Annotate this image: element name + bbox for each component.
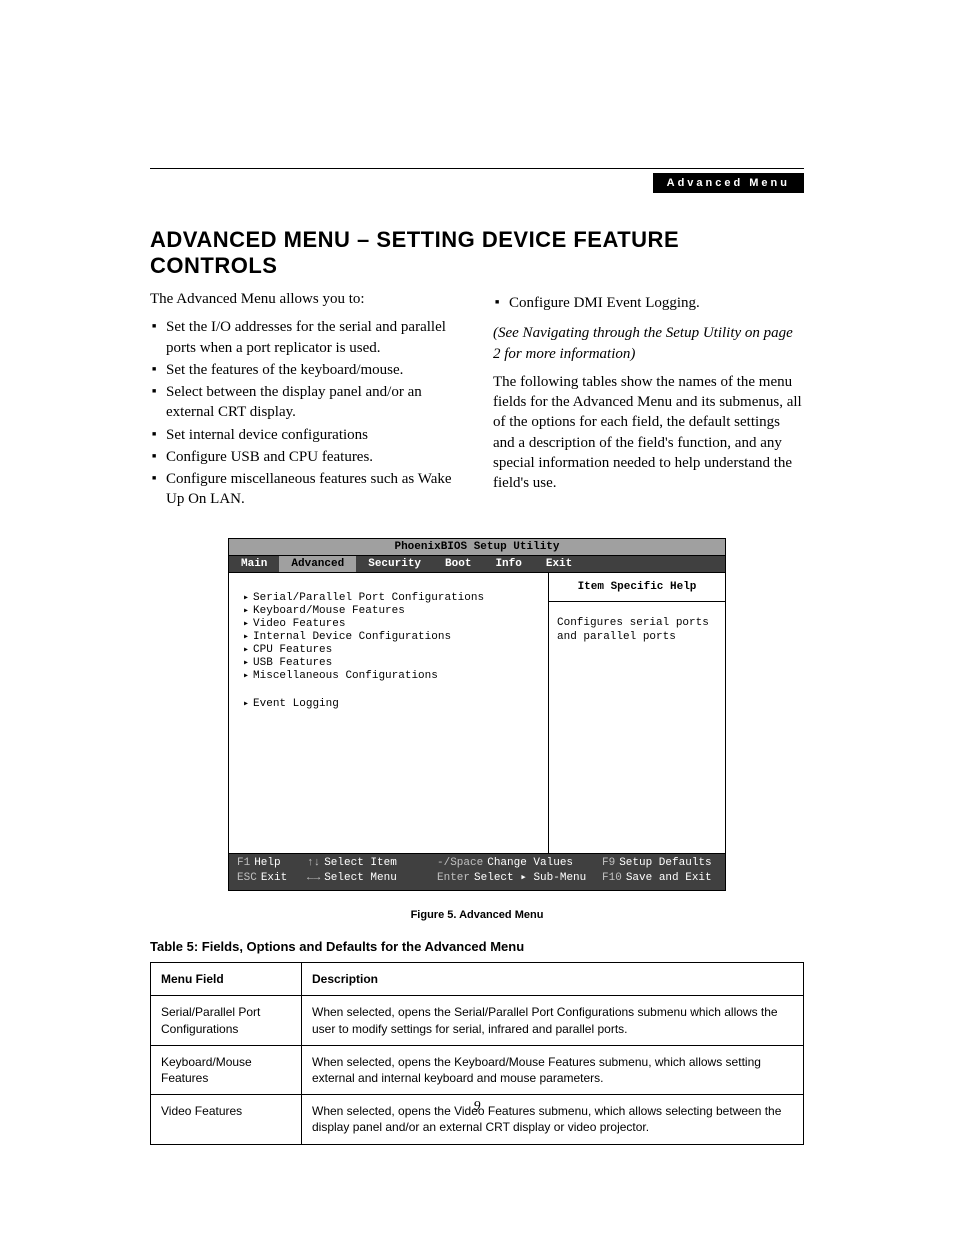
bios-help-panel: Item Specific Help Configures serial por… — [548, 573, 725, 853]
th-menu-field: Menu Field — [151, 963, 302, 996]
bios-screenshot: PhoenixBIOS Setup Utility Main Advanced … — [228, 538, 726, 892]
key-minusspace: -/Space — [437, 857, 483, 869]
bios-item: Video Features — [243, 618, 538, 630]
key-minusspace-label: Change Values — [487, 857, 573, 869]
intro-lead: The Advanced Menu allows you to: — [150, 289, 461, 309]
bios-item: Serial/Parallel Port Configurations — [243, 592, 538, 604]
intro-bullet: Set the features of the keyboard/mouse. — [150, 360, 461, 380]
bios-menu-info: Info — [483, 556, 533, 572]
key-updown: ↑↓ — [307, 857, 320, 869]
bios-menu-advanced: Advanced — [279, 556, 356, 572]
key-f10: F10 — [602, 872, 622, 884]
intro-bullet: Set the I/O addresses for the serial and… — [150, 317, 461, 358]
table-row: Keyboard/Mouse Features When selected, o… — [151, 1045, 804, 1094]
intro-bullet: Set internal device configurations — [150, 425, 461, 445]
intro-bullet: Configure USB and CPU features. — [150, 447, 461, 467]
bios-items-panel: Serial/Parallel Port Configurations Keyb… — [229, 573, 548, 853]
cell-menu-field: Serial/Parallel Port Configurations — [151, 996, 302, 1045]
bios-help-text: Configures serial ports and parallel por… — [549, 602, 725, 659]
key-esc-label: Exit — [261, 872, 287, 884]
bios-menu-boot: Boot — [433, 556, 483, 572]
key-f1-label: Help — [254, 857, 280, 869]
header-divider — [150, 168, 804, 169]
th-description: Description — [302, 963, 804, 996]
fields-table: Menu Field Description Serial/Parallel P… — [150, 962, 804, 1144]
intro-bullet: Configure miscellaneous features such as… — [150, 469, 461, 510]
bios-title: PhoenixBIOS Setup Utility — [229, 539, 725, 556]
intro-left-column: The Advanced Menu allows you to: Set the… — [150, 289, 461, 512]
bios-menu-security: Security — [356, 556, 433, 572]
intro-right-column: Configure DMI Event Logging. (See Naviga… — [493, 289, 804, 512]
table-caption: Table 5: Fields, Options and Defaults fo… — [150, 939, 804, 954]
key-esc: ESC — [237, 872, 257, 884]
bios-menu-bar: Main Advanced Security Boot Info Exit — [229, 556, 725, 573]
intro-right-bullet: Configure DMI Event Logging. — [493, 293, 804, 313]
cell-menu-field: Keyboard/Mouse Features — [151, 1045, 302, 1094]
section-header-label: Advanced Menu — [653, 173, 804, 193]
bios-menu-exit: Exit — [534, 556, 584, 572]
cell-description: When selected, opens the Serial/Parallel… — [302, 996, 804, 1045]
bios-help-heading: Item Specific Help — [549, 573, 725, 602]
key-leftright: ←→ — [307, 872, 320, 884]
key-enter-label: Select ▸ Sub-Menu — [474, 872, 586, 884]
bios-footer: F1 Help ↑↓ Select Item -/Space Change Value… — [229, 854, 725, 891]
key-f9: F9 — [602, 857, 615, 869]
key-updown-label: Select Item — [324, 857, 397, 869]
figure-caption: Figure 5. Advanced Menu — [150, 909, 804, 921]
cell-description: When selected, opens the Keyboard/Mouse … — [302, 1045, 804, 1094]
bios-item: USB Features — [243, 657, 538, 669]
page-number: 9 — [0, 1099, 954, 1115]
bios-item: Miscellaneous Configurations — [243, 670, 538, 682]
table-row: Serial/Parallel Port Configurations When… — [151, 996, 804, 1045]
key-f10-label: Save and Exit — [626, 872, 712, 884]
bios-item: Internal Device Configurations — [243, 631, 538, 643]
bios-menu-main: Main — [229, 556, 279, 572]
key-leftright-label: Select Menu — [324, 872, 397, 884]
page-title: ADVANCED MENU – SETTING DEVICE FEATURE C… — [150, 227, 804, 279]
intro-note: (See Navigating through the Setup Utilit… — [493, 323, 804, 364]
intro-para: The following tables show the names of t… — [493, 372, 804, 494]
key-enter: Enter — [437, 872, 470, 884]
bios-item: CPU Features — [243, 644, 538, 656]
bios-item: Keyboard/Mouse Features — [243, 605, 538, 617]
key-f9-label: Setup Defaults — [619, 857, 711, 869]
intro-bullet: Select between the display panel and/or … — [150, 382, 461, 423]
bios-item-event-logging: Event Logging — [243, 698, 538, 710]
key-f1: F1 — [237, 857, 250, 869]
